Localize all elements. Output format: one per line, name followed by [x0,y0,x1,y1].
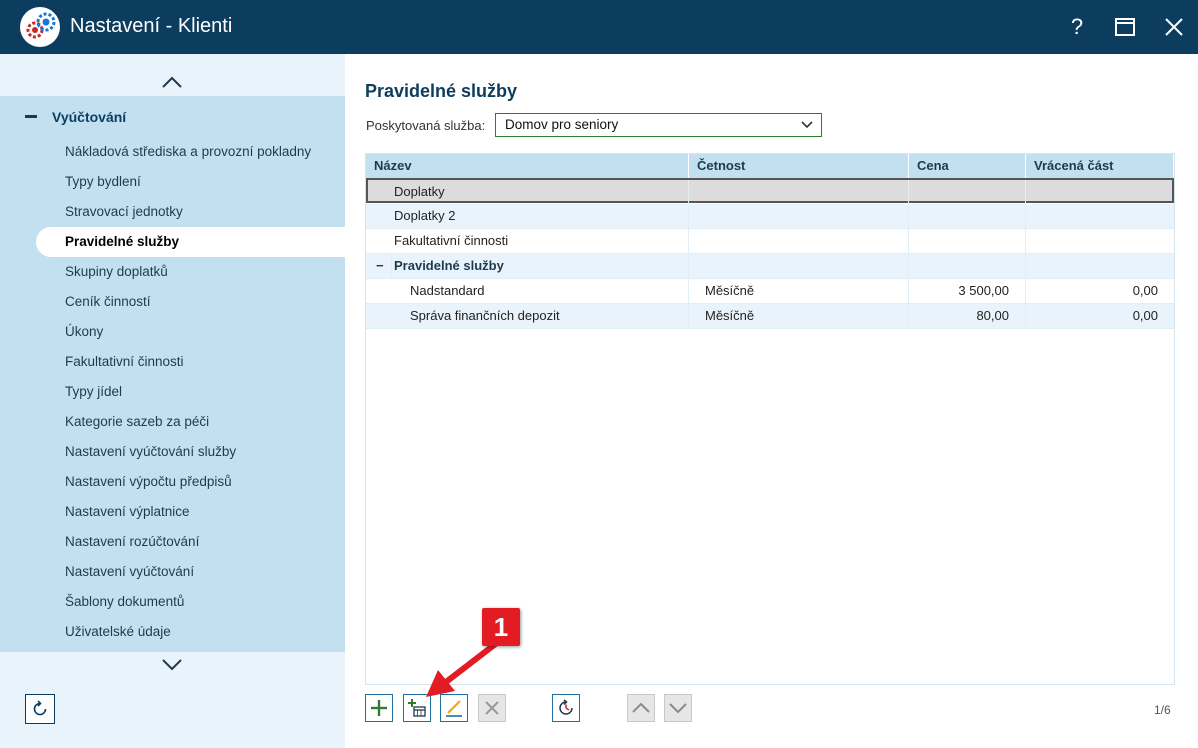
cell-price: 3 500,00 [909,279,1026,303]
sidebar-item-fakultativni-cinnosti[interactable]: Fakultativní činnosti [65,351,184,373]
sidebar-item-nastaveni-rozuctovani[interactable]: Nastavení rozúčtování [65,531,199,553]
collapse-icon [25,115,37,118]
sidebar-item-skupiny-doplatku[interactable]: Skupiny doplatků [65,261,168,283]
pager-indicator: 1/6 [1154,703,1171,717]
chevron-up-icon [162,76,182,88]
cell-price [909,204,1026,228]
sidebar-item-typy-bydleni[interactable]: Typy bydlení [65,171,141,193]
app-logo-icon [20,7,60,47]
chevron-down-icon [162,659,182,671]
cell-price [909,254,1026,278]
sidebar-top [0,54,345,96]
maximize-icon [1115,18,1135,36]
table-row[interactable]: Fakultativní činnosti [366,229,1174,254]
move-down-button[interactable] [664,694,692,722]
service-label: Poskytovaná služba: [366,118,486,133]
window-title: Nastavení - Klienti [70,15,233,37]
cell-refund: 0,00 [1132,308,1158,323]
cell-refund: 0,00 [1132,283,1158,298]
move-up-button[interactable] [627,694,655,722]
group-collapse-icon[interactable]: − [376,254,392,278]
close-button[interactable] [1157,10,1191,44]
history-icon [559,699,573,715]
column-header-cena[interactable]: Cena [909,154,1026,178]
sidebar-item-nastaveni-vyuctovani-sluzby[interactable]: Nastavení vyúčtování služby [65,441,236,463]
scroll-up-button[interactable] [160,74,184,90]
cell-name: Fakultativní činnosti [394,229,689,253]
refresh-button[interactable] [25,694,55,724]
cell-frequency [689,229,909,253]
delete-icon [485,701,499,715]
title-bar: Nastavení - Klienti ? [0,0,1198,54]
cell-frequency: Měsíčně [689,304,909,328]
sidebar-item-ukony[interactable]: Úkony [65,321,103,343]
sidebar-group-label: Vyúčtování [52,109,127,125]
edit-icon [446,700,462,717]
service-select[interactable]: Domov pro seniory [495,113,822,137]
sidebar-item-nastaveni-vypoctu-predpisu[interactable]: Nastavení výpočtu předpisů [65,471,232,493]
cell-frequency [689,204,909,228]
table-row[interactable]: Doplatky 2 [366,204,1174,229]
sidebar-item-nakladova-strediska[interactable]: Nákladová střediska a provozní pokladny [65,141,311,163]
page-title: Pravidelné služby [365,81,518,101]
cell-price [909,180,1026,204]
sidebar-item-kategorie-sazeb[interactable]: Kategorie sazeb za péči [65,411,209,433]
services-table: Název Četnost Cena Vrácená část Doplatky… [365,153,1175,685]
annotation-badge: 1 [482,608,520,646]
cell-frequency [689,254,909,278]
cell-price: 80,00 [909,304,1026,328]
service-select-value: Domov pro seniory [505,117,619,132]
sidebar-bottom [0,652,345,748]
refresh-icon [33,700,47,716]
scroll-down-button[interactable] [160,656,184,672]
column-header-vracena-cast[interactable]: Vrácená část [1026,154,1174,178]
cell-name: Doplatky 2 [394,204,689,228]
column-header-nazev[interactable]: Název [366,154,689,178]
help-button[interactable]: ? [1060,10,1094,44]
sidebar-item-typy-jidel[interactable]: Typy jídel [65,381,122,403]
move-down-icon [669,703,687,714]
cell-frequency [689,180,909,204]
sidebar-item-pravidelne-sluzby[interactable]: Pravidelné služby [36,227,345,257]
add-schedule-icon [408,699,426,717]
table-row[interactable]: Nadstandard Měsíčně 3 500,00 0,00 [366,279,1174,304]
add-schedule-button[interactable] [403,694,431,722]
history-button[interactable] [552,694,580,722]
maximize-button[interactable] [1108,10,1142,44]
cell-name: Pravidelné služby [394,254,689,278]
cell-name: Doplatky [394,180,689,204]
table-header: Název Četnost Cena Vrácená část [366,154,1174,178]
delete-button[interactable] [478,694,506,722]
sidebar-group-vyuctovani[interactable]: Vyúčtování [0,104,345,128]
table-group-row[interactable]: − Pravidelné služby [366,254,1174,279]
table-row[interactable]: Doplatky [366,178,1174,204]
add-button[interactable] [365,694,393,722]
sidebar-item-nastaveni-vyplatnice[interactable]: Nastavení výplatnice [65,501,190,523]
sidebar-list: Vyúčtování Nákladová střediska a provozn… [0,96,345,652]
edit-button[interactable] [440,694,468,722]
cell-frequency: Měsíčně [689,279,909,303]
main-panel: Pravidelné služby Poskytovaná služba: Do… [345,54,1198,748]
chevron-down-icon [801,121,813,129]
sidebar-item-stravovaci-jednotky[interactable]: Stravovací jednotky [65,201,183,223]
cell-name: Nadstandard [410,279,689,303]
sidebar-item-cenik-cinnosti[interactable]: Ceník činností [65,291,151,313]
sidebar: Vyúčtování Nákladová střediska a provozn… [0,54,345,748]
column-header-cetnost[interactable]: Četnost [689,154,909,178]
sidebar-item-uzivatelske-udaje[interactable]: Uživatelské údaje [65,621,171,643]
move-up-icon [632,702,650,713]
cell-name: Správa finančních depozit [410,304,689,328]
close-icon [1165,18,1183,36]
add-icon [371,700,387,716]
table-row[interactable]: Správa finančních depozit Měsíčně 80,00 … [366,304,1174,329]
sidebar-item-sablony-dokumentu[interactable]: Šablony dokumentů [65,591,184,613]
sidebar-item-nastaveni-vyuctovani[interactable]: Nastavení vyúčtování [65,561,194,583]
cell-price [909,229,1026,253]
